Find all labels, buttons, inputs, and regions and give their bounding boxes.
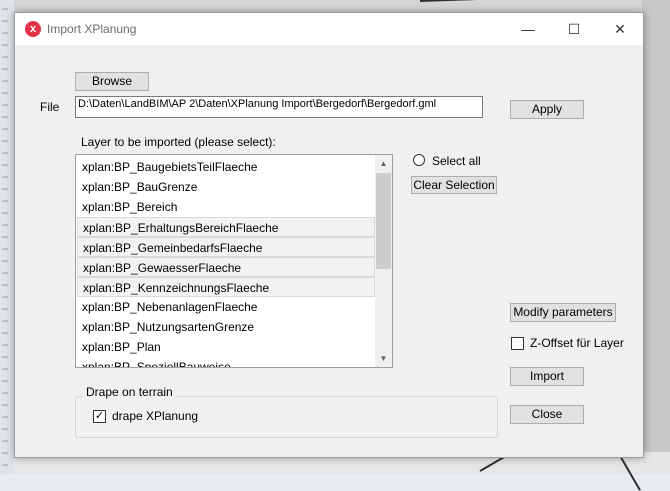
layer-list-item[interactable]: xplan:BP_BaugebietsTeilFlaeche — [77, 157, 375, 177]
layer-list-item[interactable]: xplan:BP_NutzungsartenGrenze — [77, 317, 375, 337]
title-bar[interactable]: x Import XPlanung — ☐ ✕ — [15, 13, 643, 45]
z-offset-label[interactable]: Z-Offset für Layer — [530, 336, 624, 350]
drape-checkbox[interactable]: ✓ — [93, 410, 106, 423]
layer-list-item[interactable]: xplan:BP_GemeinbedarfsFlaeche — [77, 237, 375, 257]
modify-parameters-button[interactable]: Modify parameters — [510, 303, 616, 322]
x-logo-icon: x — [25, 21, 41, 37]
layer-listbox[interactable]: xplan:BP_BaugebietsTeilFlaeche xplan:BP_B… — [75, 154, 393, 368]
browse-button[interactable]: Browse — [75, 72, 149, 91]
scroll-down-arrow-icon[interactable]: ▼ — [375, 350, 392, 367]
window-title: Import XPlanung — [47, 22, 137, 36]
background-panel-right — [642, 0, 670, 474]
layer-list-item[interactable]: xplan:BP_ErhaltungsBereichFlaeche — [77, 217, 375, 237]
select-all-label[interactable]: Select all — [432, 154, 481, 168]
background-panel-left — [0, 0, 15, 474]
apply-button[interactable]: Apply — [510, 100, 584, 119]
file-label: File — [40, 100, 60, 114]
layer-list-item[interactable]: xplan:BP_Bereich — [77, 197, 375, 217]
select-all-radio[interactable] — [413, 154, 425, 166]
drape-label[interactable]: drape XPlanung — [112, 409, 198, 423]
background-ruler — [2, 8, 8, 468]
layer-list-item[interactable]: xplan:BP_NebenanlagenFlaeche — [77, 297, 375, 317]
background-panel-top — [14, 0, 670, 12]
layers-label: Layer to be imported (please select): — [81, 135, 276, 149]
import-xplanung-dialog: x Import XPlanung — ☐ ✕ Browse File D:\D… — [14, 12, 644, 458]
maximize-button[interactable]: ☐ — [551, 13, 597, 45]
close-button[interactable]: Close — [510, 405, 584, 424]
z-offset-checkbox[interactable] — [511, 337, 524, 350]
layer-list-item[interactable]: xplan:BP_Plan — [77, 337, 375, 357]
scrollbar-thumb[interactable] — [376, 173, 391, 269]
minimize-button[interactable]: — — [505, 13, 551, 45]
drape-group-label: Drape on terrain — [83, 385, 176, 399]
scroll-up-arrow-icon[interactable]: ▲ — [375, 155, 392, 172]
layer-list-item[interactable]: xplan:BP_BauGrenze — [77, 177, 375, 197]
layer-list-scrollbar[interactable]: ▲ ▼ — [375, 155, 392, 367]
import-button[interactable]: Import — [510, 367, 584, 386]
clear-selection-button[interactable]: Clear Selection — [411, 176, 497, 194]
close-window-button[interactable]: ✕ — [597, 13, 643, 45]
file-path-field[interactable]: D:\Daten\LandBIM\AP 2\Daten\XPlanung Imp… — [75, 96, 483, 118]
layer-list-item[interactable]: xplan:BP_SpeziellBauweise — [77, 357, 375, 367]
layer-list-item[interactable]: xplan:BP_GewaesserFlaeche — [77, 257, 375, 277]
layer-list-item[interactable]: xplan:BP_KennzeichnungsFlaeche — [77, 277, 375, 297]
